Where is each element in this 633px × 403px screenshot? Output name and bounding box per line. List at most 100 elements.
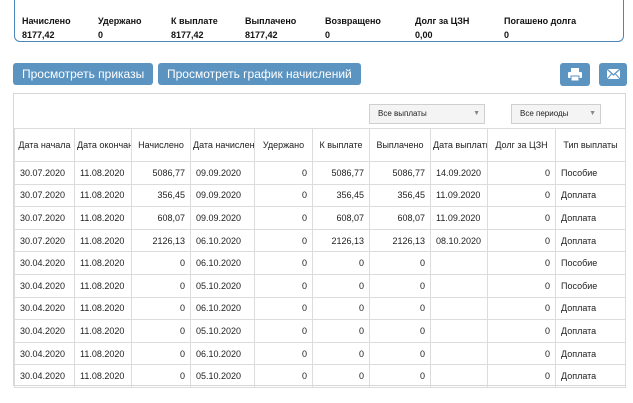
- table-cell: Доплата: [555, 364, 626, 388]
- table-cell: 30.07.2020: [14, 228, 75, 253]
- table-row[interactable]: 30.04.2020 11.08.2020 0 05.10.2020 0 0 0 0 Пособ…: [14, 273, 626, 298]
- table-cell: [430, 251, 488, 275]
- summary-label: Начислено: [22, 16, 71, 26]
- column-header[interactable]: Выплачено: [369, 128, 431, 162]
- table-cell: 11.08.2020: [74, 364, 132, 388]
- table-cell: 2126,13: [131, 228, 191, 253]
- email-button[interactable]: [599, 63, 627, 86]
- column-header[interactable]: Начислено: [131, 128, 191, 162]
- column-header[interactable]: Дата начисления: [190, 128, 255, 162]
- column-header[interactable]: Удержано: [254, 128, 313, 162]
- table-cell: Доплата: [555, 206, 626, 230]
- view-orders-button[interactable]: Просмотреть приказы: [13, 63, 154, 85]
- table-row[interactable]: 30.04.2020 11.08.2020 0 05.10.2020 0 0 0 0 Допла…: [14, 319, 626, 343]
- table-cell: 11.08.2020: [74, 183, 132, 208]
- table-cell: 11.08.2020: [74, 161, 132, 185]
- table-cell: 0: [254, 319, 313, 343]
- table-row[interactable]: 30.04.2020 11.08.2020 0 06.10.2020 0 0 0 0 Пособ…: [14, 251, 626, 275]
- table-row[interactable]: 30.04.2020 11.08.2020 0 06.10.2020 0 0 0 0 Допла…: [14, 341, 626, 366]
- table-cell: 11.09.2020: [430, 206, 488, 230]
- table-cell: 0: [312, 251, 370, 275]
- table-cell: 2126,13: [369, 228, 431, 253]
- summary-value: 8177,42: [171, 30, 204, 40]
- table-row[interactable]: 30.04.2020 11.08.2020 0 06.10.2020 0 0 0 0 Допла…: [14, 296, 626, 321]
- summary-label: Возвращено: [325, 16, 381, 26]
- table-row[interactable]: 30.04.2020 11.08.2020 0 05.10.2020 0 0 0 0 Допла…: [14, 364, 626, 388]
- summary-value: 0: [504, 30, 510, 40]
- table-cell: 0: [312, 296, 370, 321]
- table-cell: 30.04.2020: [14, 296, 75, 321]
- table-cell: 0: [487, 364, 556, 388]
- table-cell: 06.10.2020: [190, 296, 255, 321]
- payments-filter-value: Все выплаты: [378, 109, 427, 118]
- table-cell: 0: [131, 364, 191, 388]
- table-cell: 30.07.2020: [14, 183, 75, 208]
- table-cell: 11.08.2020: [74, 296, 132, 321]
- summary-value: 0,00: [415, 30, 433, 40]
- table-header-row: Дата началаДата окончанияНачисленоДата н…: [14, 128, 626, 162]
- table-cell: 0: [131, 341, 191, 366]
- summary-label: Удержано: [98, 16, 142, 26]
- summary-returned: Возвращено 0: [325, 14, 381, 42]
- table-cell: 11.08.2020: [74, 206, 132, 230]
- column-header[interactable]: Дата начала: [14, 128, 75, 162]
- table-cell: Пособие: [555, 161, 626, 185]
- periods-filter-select[interactable]: Все периоды ▼: [511, 104, 601, 124]
- table-cell: 05.10.2020: [190, 319, 255, 343]
- table-cell: 0: [487, 206, 556, 230]
- table-row[interactable]: 30.07.2020 11.08.2020 5086,77 09.09.2020 0 50…: [14, 161, 626, 185]
- table-cell: 0: [487, 228, 556, 253]
- column-header[interactable]: Дата окончания: [74, 128, 132, 162]
- column-header[interactable]: Долг за ЦЗН: [487, 128, 556, 162]
- summary-to-pay: К выплате 8177,42: [171, 14, 218, 42]
- summary-label: Выплачено: [245, 16, 297, 26]
- table-cell: 0: [487, 273, 556, 298]
- table-row[interactable]: 30.07.2020 11.08.2020 608,07 09.09.2020 0 608…: [14, 206, 626, 230]
- table-cell: 0: [254, 341, 313, 366]
- table-cell: [430, 296, 488, 321]
- table-cell: 0: [369, 341, 431, 366]
- table-cell: 0: [312, 364, 370, 388]
- column-header[interactable]: Дата выплаты: [430, 128, 488, 162]
- chevron-down-icon: ▼: [589, 110, 596, 117]
- column-header[interactable]: К выплате: [312, 128, 370, 162]
- table-cell: [430, 364, 488, 388]
- summary-label: Погашено долга: [504, 16, 577, 26]
- payments-table-panel: Все выплаты ▼ Все периоды ▼ Дата начала Д…: [13, 93, 626, 388]
- table-cell: Доплата: [555, 319, 626, 343]
- table-cell: 0: [487, 341, 556, 366]
- table-cell: 0: [487, 251, 556, 275]
- table-cell: 30.04.2020: [14, 364, 75, 388]
- table-cell: 0: [254, 228, 313, 253]
- table-cell: 09.09.2020: [190, 206, 255, 230]
- table-cell: 0: [254, 161, 313, 185]
- table-cell: 0: [131, 273, 191, 298]
- table-row[interactable]: 30.07.2020 11.08.2020 356,45 09.09.2020 0 356…: [14, 183, 626, 208]
- table-cell: 0: [312, 341, 370, 366]
- table-cell: 11.08.2020: [74, 341, 132, 366]
- table-cell: 0: [369, 296, 431, 321]
- table-cell: 11.08.2020: [74, 319, 132, 343]
- column-header[interactable]: Тип выплаты: [555, 128, 626, 162]
- table-cell: 30.04.2020: [14, 273, 75, 298]
- summary-value: 0: [98, 30, 104, 40]
- summary-card: Начислено 8177,42 Удержано 0 К выплате 8177…: [14, 0, 624, 42]
- table-cell: 2126,13: [312, 228, 370, 253]
- view-schedule-button[interactable]: Просмотреть график начислений: [158, 63, 361, 85]
- table-cell: 0: [131, 319, 191, 343]
- table-cell: 0: [254, 206, 313, 230]
- table-cell: 0: [131, 296, 191, 321]
- table-cell: 0: [487, 319, 556, 343]
- table-cell: 30.04.2020: [14, 319, 75, 343]
- table-cell: 0: [312, 273, 370, 298]
- table-cell: 0: [369, 273, 431, 298]
- print-button[interactable]: [560, 63, 590, 86]
- table-cell: 0: [254, 251, 313, 275]
- table-cell: 356,45: [369, 183, 431, 208]
- table-cell: 0: [254, 183, 313, 208]
- table-cell: 0: [487, 183, 556, 208]
- table-cell: 06.10.2020: [190, 228, 255, 253]
- payments-filter-select[interactable]: Все выплаты ▼: [369, 104, 485, 124]
- table-cell: 0: [254, 364, 313, 388]
- table-row[interactable]: 30.07.2020 11.08.2020 2126,13 06.10.2020 0 21…: [14, 228, 626, 253]
